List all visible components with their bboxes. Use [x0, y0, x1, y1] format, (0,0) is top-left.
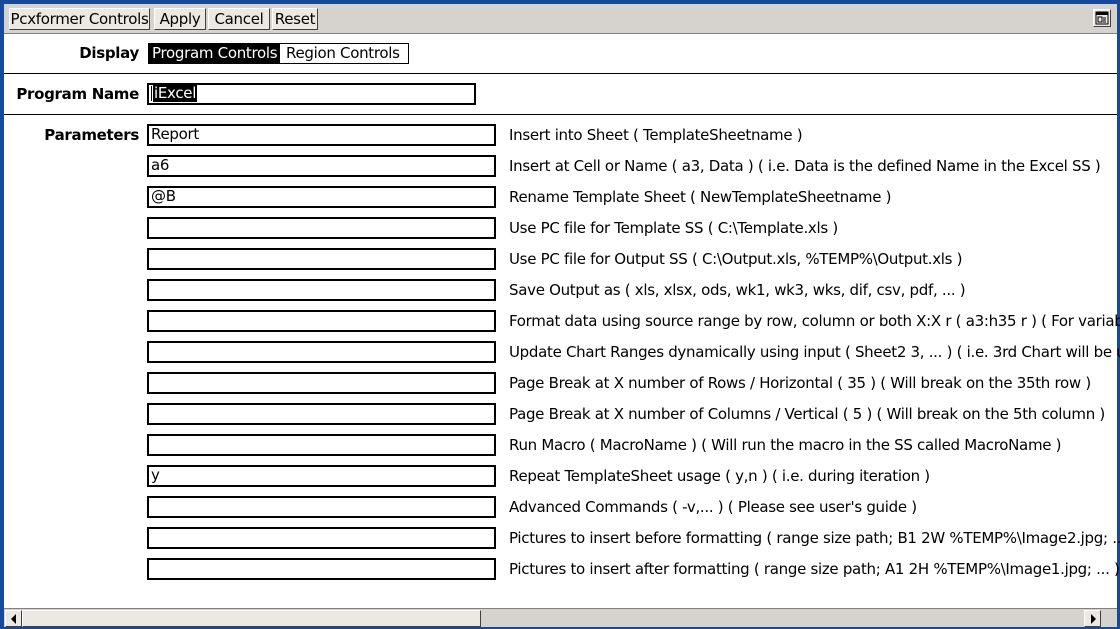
program-name-input[interactable]: iExcel: [147, 83, 476, 105]
parameter-input[interactable]: y: [147, 465, 496, 487]
parameter-description: Repeat TemplateSheet usage ( y,n ) ( i.e…: [509, 467, 930, 485]
parameter-input[interactable]: [147, 403, 496, 425]
parameter-description: Pictures to insert after formatting ( ra…: [509, 560, 1120, 578]
parameter-description: Use PC file for Output SS ( C:\Output.xl…: [509, 250, 963, 268]
parameter-input[interactable]: [147, 217, 496, 239]
parameter-description: Advanced Commands ( -v,... ) ( Please se…: [509, 498, 917, 516]
parameter-description: Rename Template Sheet ( NewTemplateSheet…: [509, 188, 892, 206]
divider: [4, 73, 1117, 74]
horizontal-scrollbar[interactable]: [4, 608, 1117, 627]
parameter-input[interactable]: [147, 527, 496, 549]
divider: [4, 114, 1117, 115]
scrollbar-thumb[interactable]: [22, 610, 481, 627]
text-caret: [151, 86, 152, 101]
apply-button[interactable]: Apply: [154, 8, 206, 30]
window-menu-icon[interactable]: [1093, 9, 1111, 27]
scroll-left-arrow-icon: [11, 614, 16, 624]
parameter-description: Pictures to insert before formatting ( r…: [509, 529, 1120, 547]
display-tab-group: Program Controls Region Controls: [148, 43, 409, 64]
parameter-input[interactable]: [147, 248, 496, 270]
window-border-left: [0, 0, 4, 629]
scroll-right-arrow-icon: [1091, 614, 1096, 624]
display-label: Display: [79, 44, 139, 62]
parameter-description: Page Break at X number of Columns / Vert…: [509, 405, 1105, 423]
toolbar: Pcxformer Controls Apply Cancel Reset: [4, 4, 1117, 34]
parameter-description: Insert into Sheet ( TemplateSheetname ): [509, 126, 803, 144]
parameter-description: Insert at Cell or Name ( a3, Data ) ( i.…: [509, 157, 1101, 175]
cancel-button[interactable]: Cancel: [208, 8, 270, 30]
parameter-input[interactable]: Report: [147, 124, 496, 146]
parameter-input[interactable]: [147, 341, 496, 363]
reset-button[interactable]: Reset: [272, 8, 318, 30]
pcxformer-controls-button[interactable]: Pcxformer Controls: [9, 8, 150, 30]
scroll-left-button[interactable]: [5, 610, 22, 627]
parameter-input[interactable]: @B: [147, 186, 496, 208]
parameter-input[interactable]: [147, 372, 496, 394]
scroll-right-button[interactable]: [1084, 610, 1101, 627]
parameter-description: Page Break at X number of Rows / Horizon…: [509, 374, 1091, 392]
parameter-description: Run Macro ( MacroName ) ( Will run the m…: [509, 436, 1062, 454]
parameter-input[interactable]: [147, 310, 496, 332]
parameter-input[interactable]: a6: [147, 155, 496, 177]
parameter-input[interactable]: [147, 558, 496, 580]
program-name-label: Program Name: [16, 85, 139, 103]
parameter-description: Save Output as ( xls, xlsx, ods, wk1, wk…: [509, 281, 966, 299]
tab-region-controls[interactable]: Region Controls: [281, 44, 408, 63]
parameter-description: Use PC file for Template SS ( C:\Templat…: [509, 219, 838, 237]
parameter-description: Update Chart Ranges dynamically using in…: [509, 343, 1120, 361]
parameter-input[interactable]: [147, 496, 496, 518]
pcxformer-window: Pcxformer Controls Apply Cancel Reset Di…: [0, 0, 1120, 629]
tab-program-controls[interactable]: Program Controls: [149, 44, 280, 63]
parameter-description: Format data using source range by row, c…: [509, 312, 1120, 330]
parameter-input[interactable]: [147, 279, 496, 301]
parameters-label: Parameters: [44, 126, 139, 144]
parameter-input[interactable]: [147, 434, 496, 456]
program-name-value: iExcel: [153, 84, 198, 102]
